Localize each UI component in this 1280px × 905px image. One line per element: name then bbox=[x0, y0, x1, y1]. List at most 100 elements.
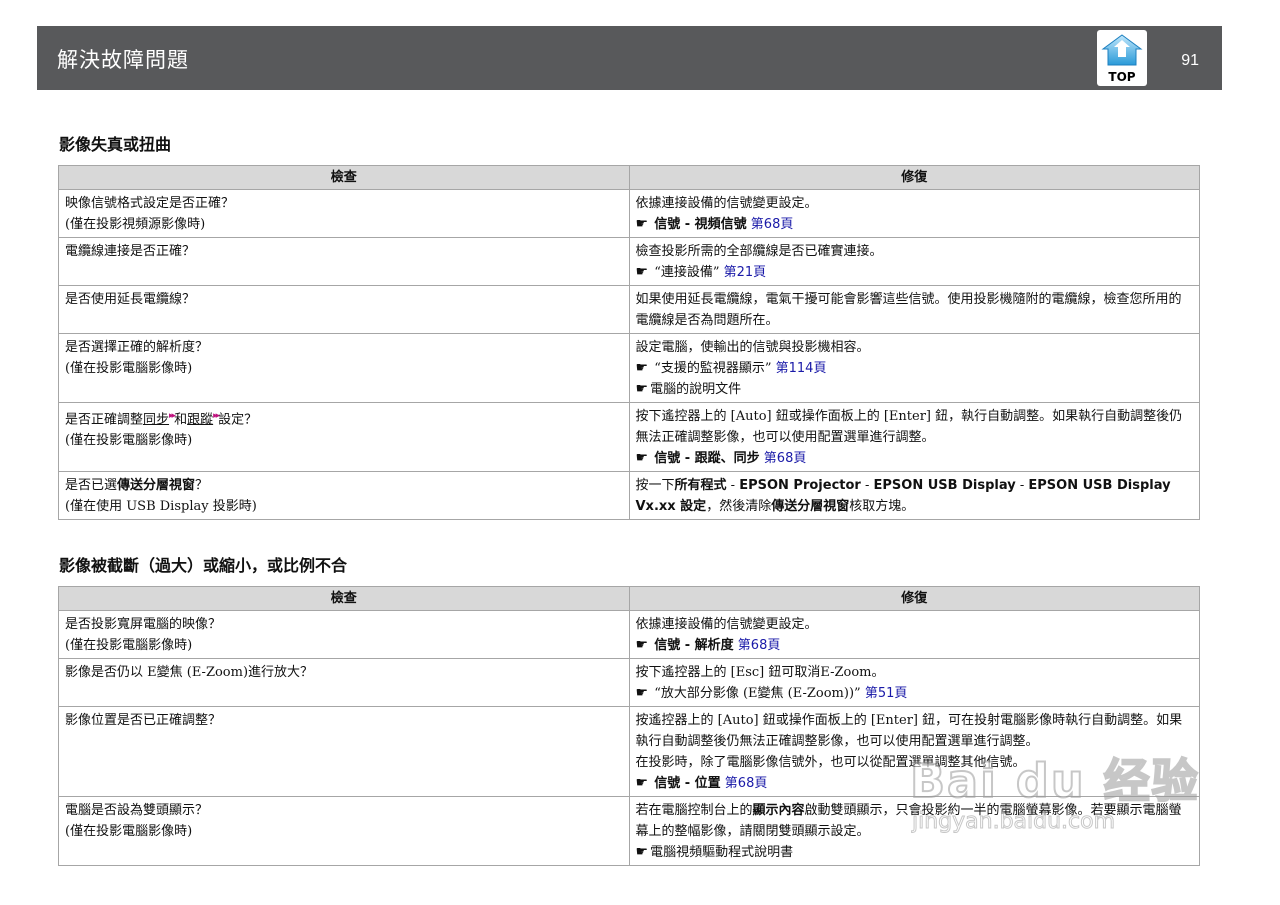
check-text: 是否已選 bbox=[65, 478, 118, 493]
check-text: 映像信號格式設定是否正確？ bbox=[65, 196, 235, 211]
fix-cell: 檢查投影所需的全部纜線是否已確實連接。 ☛ “連接設備” 第21頁 bbox=[628, 237, 1200, 286]
fix-text: 按一下 bbox=[635, 478, 675, 493]
top-button[interactable]: TOP bbox=[1097, 30, 1147, 86]
reference-title: “連接設備” bbox=[654, 265, 720, 280]
fix-text: 依據連接設備的信號變更設定。 bbox=[635, 617, 818, 632]
menu-term: 顯示內容 bbox=[752, 803, 805, 818]
fix-cell: 按下遙控器上的 [Esc] 鈕可取消E-Zoom。 ☛ “放大部分影像 (E變焦… bbox=[628, 658, 1200, 707]
menu-path: 信號 - 跟蹤、同步 bbox=[654, 451, 760, 466]
table-row: 電纜線連接是否正確？ 檢查投影所需的全部纜線是否已確實連接。 ☛ “連接設備” … bbox=[58, 237, 1200, 286]
table-header-row: 檢查 修復 bbox=[58, 165, 1200, 190]
pointing-hand-icon: ☛ bbox=[635, 450, 649, 466]
column-header-fix: 修復 bbox=[628, 586, 1200, 611]
fix-text: 設定電腦，使輸出的信號與投影機相容。 bbox=[635, 340, 870, 355]
reference-doc: 電腦視頻驅動程式說明書 bbox=[650, 845, 794, 860]
fix-text: - bbox=[860, 478, 874, 493]
table-row: 是否已選傳送分層視窗？ (僅在使用 USB Display 投影時) 按一下所有… bbox=[58, 471, 1200, 520]
pointing-hand-icon: ☛ bbox=[635, 637, 649, 653]
fix-text: 如果使用延長電纜線，電氣干擾可能會影響這些信號。使用投影機隨附的電纜線，檢查您所… bbox=[635, 292, 1182, 328]
section-heading-distortion: 影像失真或扭曲 bbox=[59, 135, 172, 154]
troubleshoot-table-cropped: 檢查 修復 是否投影寬屏電腦的映像？ (僅在投影電腦影像時) 依據連接設備的信號… bbox=[58, 586, 1200, 866]
page-link[interactable]: 第68頁 bbox=[764, 451, 807, 466]
page-title: 解決故障問題 bbox=[57, 48, 189, 72]
check-text: 電腦是否設為雙頭顯示？ bbox=[65, 803, 209, 818]
check-text: 是否使用延長電纜線？ bbox=[65, 292, 196, 307]
reference-doc: 電腦的說明文件 bbox=[650, 382, 742, 397]
fix-text: 按下遙控器上的 [Auto] 鈕或操作面板上的 [Enter] 鈕，執行自動調整… bbox=[635, 409, 1183, 445]
table-row: 影像位置是否已正確調整？ 按遙控器上的 [Auto] 鈕或操作面板上的 [Ent… bbox=[58, 706, 1200, 797]
check-note: (僅在投影電腦影像時) bbox=[65, 824, 193, 839]
table-header-row: 檢查 修復 bbox=[58, 586, 1200, 611]
page-link[interactable]: 第114頁 bbox=[776, 361, 827, 376]
page-link[interactable]: 第21頁 bbox=[724, 265, 767, 280]
check-note: (僅在使用 USB Display 投影時) bbox=[65, 499, 257, 514]
check-cell: 是否已選傳送分層視窗？ (僅在使用 USB Display 投影時) bbox=[58, 471, 630, 520]
fix-text: - bbox=[1015, 478, 1029, 493]
check-note: (僅在投影電腦影像時) bbox=[65, 638, 193, 653]
fix-cell: 按下遙控器上的 [Auto] 鈕或操作面板上的 [Enter] 鈕，執行自動調整… bbox=[628, 402, 1200, 472]
check-cell: 電纜線連接是否正確？ bbox=[58, 237, 630, 286]
table-row: 是否正確調整同步▸▸和跟蹤▸▸設定？ (僅在投影電腦影像時) 按下遙控器上的 [… bbox=[58, 402, 1200, 472]
fix-text: ，然後清除 bbox=[706, 499, 772, 514]
check-cell: 電腦是否設為雙頭顯示？ (僅在投影電腦影像時) bbox=[58, 796, 630, 866]
menu-term: EPSON Projector bbox=[739, 478, 861, 493]
check-cell: 是否投影寬屏電腦的映像？ (僅在投影電腦影像時) bbox=[58, 610, 630, 659]
fix-text: 依據連接設備的信號變更設定。 bbox=[635, 196, 818, 211]
column-header-fix: 修復 bbox=[628, 165, 1200, 190]
table-row: 電腦是否設為雙頭顯示？ (僅在投影電腦影像時) 若在電腦控制台上的顯示內容啟動雙… bbox=[58, 796, 1200, 866]
menu-term: 傳送分層視窗 bbox=[771, 499, 850, 514]
fix-cell: 依據連接設備的信號變更設定。 ☛ 信號 - 解析度 第68頁 bbox=[628, 610, 1200, 659]
fix-text: - bbox=[726, 478, 740, 493]
check-bold-term: 傳送分層視窗 bbox=[117, 478, 196, 493]
pointing-hand-icon: ☛ bbox=[635, 685, 649, 701]
table-row: 是否使用延長電纜線？ 如果使用延長電纜線，電氣干擾可能會影響這些信號。使用投影機… bbox=[58, 285, 1200, 334]
fix-text: 若在電腦控制台上的 bbox=[635, 803, 753, 818]
check-note: (僅在投影電腦影像時) bbox=[65, 433, 193, 449]
menu-path: 信號 - 位置 bbox=[654, 776, 721, 791]
check-text: 是否投影寬屏電腦的映像？ bbox=[65, 617, 222, 632]
page-link[interactable]: 第51頁 bbox=[865, 686, 908, 701]
fix-cell: 若在電腦控制台上的顯示內容啟動雙頭顯示，只會投影約一半的電腦螢幕影像。若要顯示電… bbox=[628, 796, 1200, 866]
pointing-hand-icon: ☛ bbox=[635, 216, 649, 232]
check-cell: 是否正確調整同步▸▸和跟蹤▸▸設定？ (僅在投影電腦影像時) bbox=[58, 402, 630, 472]
fix-text: 核取方塊。 bbox=[849, 499, 915, 514]
fix-text: 按下遙控器上的 [Esc] 鈕可取消E-Zoom。 bbox=[635, 665, 885, 680]
check-text: 設定？ bbox=[218, 412, 258, 428]
check-cell: 是否使用延長電纜線？ bbox=[58, 285, 630, 334]
section-heading-cropped: 影像被截斷（過大）或縮小，或比例不合 bbox=[59, 556, 348, 575]
pointing-hand-icon: ☛ bbox=[635, 844, 649, 860]
menu-path: 信號 - 視頻信號 bbox=[654, 217, 747, 232]
table-row: 是否投影寬屏電腦的映像？ (僅在投影電腦影像時) 依據連接設備的信號變更設定。 … bbox=[58, 610, 1200, 659]
check-text: 影像位置是否已正確調整？ bbox=[65, 713, 222, 728]
troubleshoot-table-distortion: 檢查 修復 映像信號格式設定是否正確？ (僅在投影視頻源影像時) 依據連接設備的… bbox=[58, 165, 1200, 520]
page-link[interactable]: 第68頁 bbox=[738, 638, 781, 653]
fix-cell: 如果使用延長電纜線，電氣干擾可能會影響這些信號。使用投影機隨附的電纜線，檢查您所… bbox=[628, 285, 1200, 334]
check-text: 是否選擇正確的解析度？ bbox=[65, 340, 209, 355]
check-cell: 是否選擇正確的解析度？ (僅在投影電腦影像時) bbox=[58, 333, 630, 403]
glossary-link-tracking[interactable]: 跟蹤 bbox=[187, 412, 213, 427]
table-row: 映像信號格式設定是否正確？ (僅在投影視頻源影像時) 依據連接設備的信號變更設定… bbox=[58, 189, 1200, 238]
page-link[interactable]: 第68頁 bbox=[751, 217, 794, 232]
column-header-check: 檢查 bbox=[58, 165, 630, 190]
page-header: 解決故障問題 TOP 91 bbox=[37, 26, 1222, 90]
fix-cell: 依據連接設備的信號變更設定。 ☛ 信號 - 視頻信號 第68頁 bbox=[628, 189, 1200, 238]
check-text: ？ bbox=[195, 478, 209, 493]
reference-title: “放大部分影像 (E變焦 (E-Zoom))” bbox=[654, 686, 861, 701]
fix-text: 檢查投影所需的全部纜線是否已確實連接。 bbox=[635, 244, 883, 259]
page-link[interactable]: 第68頁 bbox=[725, 776, 768, 791]
check-note: (僅在投影電腦影像時) bbox=[65, 361, 193, 376]
glossary-link-sync[interactable]: 同步 bbox=[143, 412, 169, 427]
column-header-check: 檢查 bbox=[58, 586, 630, 611]
check-text: 是否正確調整 bbox=[65, 412, 144, 428]
menu-term: 所有程式 bbox=[674, 478, 727, 493]
pointing-hand-icon: ☛ bbox=[635, 264, 649, 280]
top-label: TOP bbox=[1108, 70, 1136, 84]
check-text: 和 bbox=[174, 412, 188, 428]
table-row: 影像是否仍以 E變焦 (E-Zoom)進行放大？ 按下遙控器上的 [Esc] 鈕… bbox=[58, 658, 1200, 707]
reference-title: “支援的監視器顯示” bbox=[654, 361, 772, 376]
check-text: 電纜線連接是否正確？ bbox=[65, 244, 196, 259]
fix-text: 在投影時，除了電腦影像信號外，也可以從配置選單調整其他信號。 bbox=[635, 755, 1026, 770]
menu-term: EPSON USB Display bbox=[873, 478, 1016, 493]
page-number: 91 bbox=[1181, 52, 1199, 69]
check-cell: 映像信號格式設定是否正確？ (僅在投影視頻源影像時) bbox=[58, 189, 630, 238]
